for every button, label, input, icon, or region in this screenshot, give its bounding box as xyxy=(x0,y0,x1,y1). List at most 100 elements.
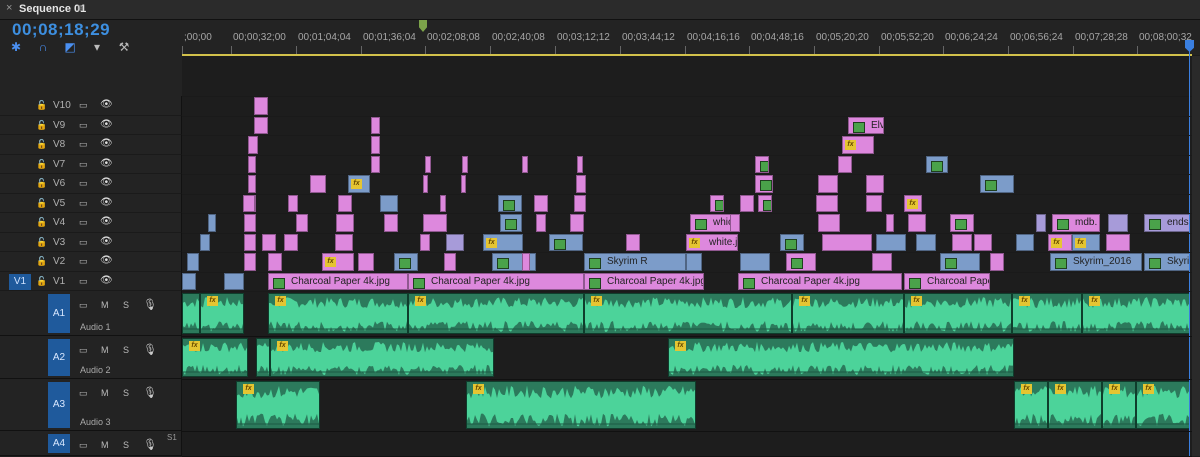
video-track-row xyxy=(182,252,1192,273)
lock-icon[interactable]: 🔓 xyxy=(36,100,47,111)
video-track-row xyxy=(182,272,1192,292)
toggle-sync-lock-icon[interactable]: ▭ xyxy=(79,256,88,267)
ruler-timecode-label: 00;03;12;12 xyxy=(557,32,610,43)
toggle-sync-lock-icon[interactable]: ▭ xyxy=(79,100,88,111)
toggle-sync-lock-icon[interactable]: ▭ xyxy=(79,159,88,170)
solo-button[interactable]: S xyxy=(123,440,129,450)
eye-icon[interactable]: 👁 xyxy=(100,236,113,247)
eye-icon[interactable]: 👁 xyxy=(100,255,113,266)
microphone-icon[interactable]: 🎙 xyxy=(143,298,157,311)
audio-track-name: Audio 1 xyxy=(80,322,111,332)
ruler-tick xyxy=(620,46,621,54)
ruler-timecode-label: 00;08;00;32 xyxy=(1139,32,1192,43)
video-track-row xyxy=(182,194,1192,214)
mute-button[interactable]: M xyxy=(101,440,109,450)
eye-icon[interactable]: 👁 xyxy=(100,158,113,169)
toggle-sync-lock-icon[interactable]: ▭ xyxy=(79,276,88,287)
timeline-toolbar: ✱ ∩ ◩ ▾ ⚒ xyxy=(10,41,130,53)
toggle-sync-lock-icon[interactable]: ▭ xyxy=(79,178,88,189)
vertical-scrollbar[interactable] xyxy=(1192,56,1200,456)
eye-icon[interactable]: 👁 xyxy=(100,99,113,110)
audio-target-1[interactable]: A1 xyxy=(48,294,70,333)
close-tab-icon[interactable]: × xyxy=(6,2,12,14)
video-track-row xyxy=(182,155,1192,175)
lock-icon[interactable]: 🔓 xyxy=(36,178,47,189)
lock-icon[interactable]: 🔓 xyxy=(36,276,47,287)
ruler-timecode-label: 00;01;36;04 xyxy=(363,32,416,43)
lock-icon[interactable]: 🔓 xyxy=(36,217,47,228)
eye-icon[interactable]: 👁 xyxy=(100,138,113,149)
panel-tab-bar: × Sequence 01 ≡ xyxy=(0,0,1200,20)
video-track-header: 🔓 V5 ▭ 👁 xyxy=(0,193,182,213)
eye-icon[interactable]: 👁 xyxy=(100,119,113,130)
eye-icon[interactable]: 👁 xyxy=(100,216,113,227)
ruler-tick xyxy=(749,46,750,54)
source-patch-v1[interactable]: V1 xyxy=(9,273,31,290)
wrench-icon[interactable]: ⚒ xyxy=(118,41,130,53)
microphone-icon[interactable]: 🎙 xyxy=(143,343,157,356)
ruler-tick xyxy=(943,46,944,54)
lock-icon[interactable]: 🔓 xyxy=(36,256,47,267)
sync-lock-icon[interactable]: ▭ xyxy=(79,388,88,399)
lock-icon[interactable]: 🔓 xyxy=(36,159,47,170)
mute-button[interactable]: M xyxy=(101,300,109,310)
toggle-sync-lock-icon[interactable]: ▭ xyxy=(79,217,88,228)
snap-icon[interactable]: ✱ xyxy=(10,41,22,53)
video-track-row xyxy=(182,213,1192,234)
sync-lock-icon[interactable]: ▭ xyxy=(79,300,88,311)
add-marker-icon[interactable]: ▾ xyxy=(91,41,103,53)
toggle-sync-lock-icon[interactable]: ▭ xyxy=(79,120,88,131)
track-name: V7 xyxy=(53,158,66,170)
audio-track-row xyxy=(182,431,1192,457)
ruler-tick xyxy=(182,46,183,54)
eye-icon[interactable]: 👁 xyxy=(100,177,113,188)
microphone-icon[interactable]: 🎙 xyxy=(143,386,157,399)
ruler-timecode-label: ;00;00 xyxy=(184,32,212,43)
microphone-icon[interactable]: 🎙 xyxy=(143,438,157,451)
mute-button[interactable]: M xyxy=(101,345,109,355)
video-track-row xyxy=(182,174,1192,195)
empty-track-space xyxy=(182,56,1192,97)
audio-target-4[interactable]: A4 xyxy=(48,434,70,453)
playhead-timecode[interactable]: 00;08;18;29 xyxy=(12,20,110,40)
lock-icon[interactable]: 🔓 xyxy=(36,139,47,150)
ruler-tick xyxy=(490,46,491,54)
time-ruler[interactable]: ;00;00 00;00;32;00 00;01;04;04 00;01;36;04 0… xyxy=(182,20,1200,55)
audio-target-3[interactable]: A3 xyxy=(48,382,70,428)
lock-icon[interactable]: 🔓 xyxy=(36,120,47,131)
sync-lock-icon[interactable]: ▭ xyxy=(79,345,88,356)
sync-lock-icon[interactable]: ▭ xyxy=(79,440,88,451)
audio-target-2[interactable]: A2 xyxy=(48,339,70,376)
ruler-tick xyxy=(555,46,556,54)
lock-icon[interactable]: 🔓 xyxy=(36,198,47,209)
eye-icon[interactable]: 👁 xyxy=(100,197,113,208)
lock-icon[interactable]: 🔓 xyxy=(36,237,47,248)
audio-track-row xyxy=(182,291,1192,337)
video-track-header: 🔓 V3 ▭ 👁 xyxy=(0,232,182,252)
track-name: V8 xyxy=(53,139,66,150)
audio-track-name: Audio 3 xyxy=(80,417,111,427)
track-name: V3 xyxy=(53,236,66,248)
solo-button[interactable]: S xyxy=(123,345,129,355)
audio-track-header: A3 ▭ M S 🎙 Audio 3 xyxy=(0,379,182,431)
video-track-row xyxy=(182,96,1192,117)
toggle-sync-lock-icon[interactable]: ▭ xyxy=(79,198,88,209)
toggle-sync-lock-icon[interactable]: ▭ xyxy=(79,237,88,248)
solo-button[interactable]: S xyxy=(123,300,129,310)
toggle-sync-lock-icon[interactable]: ▭ xyxy=(79,139,88,150)
ruler-tick xyxy=(1008,46,1009,54)
magnet-icon[interactable]: ∩ xyxy=(37,41,49,53)
panel-menu-icon[interactable]: ≡ xyxy=(77,1,84,15)
eye-icon[interactable]: 👁 xyxy=(100,275,113,286)
mute-button[interactable]: M xyxy=(101,388,109,398)
video-track-header: 🔓 V2 ▭ 👁 xyxy=(0,252,182,272)
ruler-timecode-label: 00;02;40;08 xyxy=(492,32,545,43)
track-name: V1 xyxy=(53,275,66,287)
solo-button[interactable]: S xyxy=(123,388,129,398)
ruler-timecode-label: 00;02;08;08 xyxy=(427,32,480,43)
video-track-row xyxy=(182,135,1192,156)
ruler-timecode-label: 00;05;52;20 xyxy=(881,32,934,43)
linked-selection-icon[interactable]: ◩ xyxy=(64,41,76,53)
ruler-tick xyxy=(425,46,426,54)
ruler-timecode-label: 00;05;20;20 xyxy=(816,32,869,43)
